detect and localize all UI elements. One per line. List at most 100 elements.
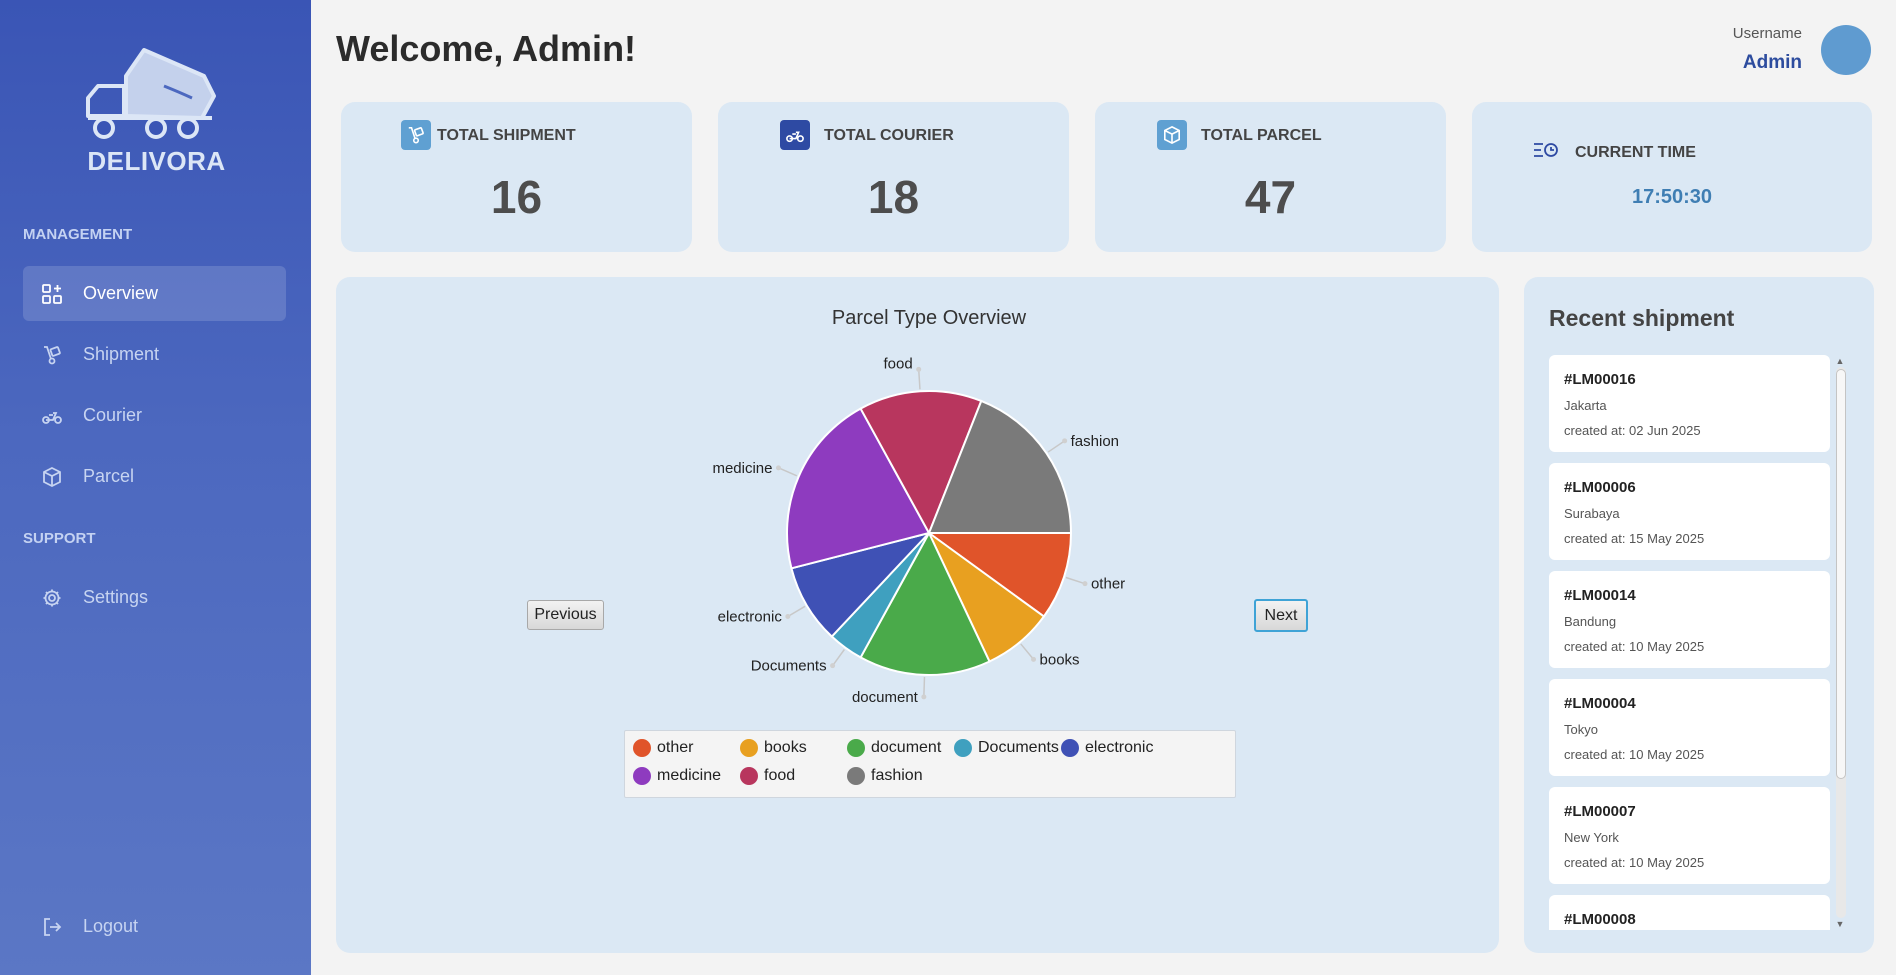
scroll-thumb[interactable]	[1836, 369, 1846, 779]
shipment-city: Bandung	[1564, 614, 1617, 629]
legend-swatch	[847, 767, 865, 785]
pie-leader-dot	[1031, 656, 1037, 662]
stat-card-total-parcel: TOTAL PARCEL 47	[1095, 102, 1446, 252]
current-time-value: 17:50:30	[1631, 186, 1713, 208]
shipment-date: created at: 10 May 2025	[1564, 747, 1705, 762]
legend-label: other	[657, 739, 694, 756]
recent-shipment-list[interactable]: #LM00016 Jakarta created at: 02 Jun 2025…	[1549, 355, 1830, 930]
sidebar-item-label: Courier	[83, 405, 143, 425]
legend-label: electronic	[1085, 739, 1154, 756]
avatar[interactable]	[1821, 25, 1871, 75]
stat-title: TOTAL SHIPMENT	[437, 127, 576, 144]
shipment-card[interactable]: #LM00016 Jakarta created at: 02 Jun 2025	[1549, 355, 1830, 452]
sidebar-item-shipment[interactable]: Shipment	[23, 327, 286, 382]
pie-label-food: food	[883, 355, 912, 372]
pie-leader-line	[923, 676, 926, 697]
scroll-up-arrow-icon[interactable]: ▲	[1834, 355, 1846, 367]
stat-card-current-time: CURRENT TIME 17:50:30	[1472, 102, 1872, 252]
chart-legend: other books document Documents electronic med…	[624, 730, 1236, 798]
sidebar-item-overview[interactable]: Overview	[23, 266, 286, 321]
truck-logo-icon	[86, 48, 216, 139]
legend-label: books	[764, 739, 807, 756]
logout-button[interactable]: Logout	[23, 899, 286, 954]
shipment-date: created at: 15 May 2025	[1564, 531, 1705, 546]
box-icon	[41, 466, 63, 488]
shipment-date: created at: 02 Jun 2025	[1564, 423, 1701, 438]
recent-shipment-title: Recent shipment	[1549, 305, 1735, 331]
section-support: SUPPORT	[23, 530, 96, 547]
shipment-city: Jakarta	[1564, 398, 1607, 413]
recent-shipment-panel: Recent shipment #LM00016 Jakarta created…	[1524, 277, 1874, 953]
pie-label-other: other	[1091, 576, 1125, 593]
legend-label: document	[871, 739, 942, 756]
legend-swatch	[740, 739, 758, 757]
chart-panel: Parcel Type Overview other books document D…	[336, 277, 1499, 953]
legend-item-medicine: medicine	[633, 767, 721, 785]
scooter-icon	[780, 120, 810, 150]
legend-swatch	[954, 739, 972, 757]
recent-list-scrollbar[interactable]: ▲ ▼	[1834, 355, 1846, 930]
legend-item-food: food	[740, 767, 795, 785]
shipment-card[interactable]: #LM00014 Bandung created at: 10 May 2025	[1549, 571, 1830, 668]
dashboard-icon	[41, 283, 63, 305]
logout-icon	[41, 916, 63, 938]
pie-leader-dot	[785, 613, 791, 619]
legend-label: medicine	[657, 767, 722, 784]
sidebar-item-label: Overview	[83, 283, 159, 303]
pie-leader-line	[787, 605, 806, 618]
previous-button[interactable]: Previous	[527, 600, 604, 630]
brand-name: DELIVORA	[87, 146, 226, 176]
pie-label-documents: Documents	[751, 658, 827, 675]
shipment-id: #LM00014	[1564, 587, 1636, 604]
sidebar: DELIVORA MANAGEMENT Overview Shipment Co…	[0, 0, 311, 975]
legend-label: food	[764, 767, 796, 784]
stat-value: 16	[490, 171, 543, 223]
shipment-card[interactable]: #LM00007 New York created at: 10 May 202…	[1549, 787, 1830, 884]
username-label: Username	[1732, 25, 1802, 42]
pie-label-medicine: medicine	[712, 460, 772, 477]
next-button[interactable]: Next	[1254, 599, 1308, 632]
legend-item-document: document	[847, 739, 941, 757]
pie-leader-line	[1065, 576, 1086, 585]
sidebar-item-parcel[interactable]: Parcel	[23, 449, 286, 504]
pie-leader-line	[1047, 440, 1066, 453]
hand-truck-icon	[41, 344, 63, 366]
shipment-city: Tokyo	[1564, 722, 1598, 737]
shipment-card[interactable]: #LM00008	[1549, 895, 1830, 930]
shipment-card[interactable]: #LM00004 Tokyo created at: 10 May 2025	[1549, 679, 1830, 776]
shipment-card[interactable]: #LM00006 Surabaya created at: 15 May 202…	[1549, 463, 1830, 560]
shipment-id: #LM00016	[1564, 371, 1636, 388]
pie-label-electronic: electronic	[718, 608, 783, 625]
shipment-date: created at: 10 May 2025	[1564, 639, 1705, 654]
legend-swatch	[1061, 739, 1079, 757]
pie-leader-line	[831, 649, 845, 667]
pie-leader-dot	[775, 465, 781, 471]
scooter-icon	[41, 405, 63, 427]
pie-label-document: document	[852, 689, 919, 706]
pie-leader-dot	[830, 663, 836, 669]
legend-item-electronic: electronic	[1061, 739, 1153, 757]
chart-title: Parcel Type Overview	[832, 307, 1027, 329]
shipment-id: #LM00004	[1564, 695, 1636, 712]
legend-swatch	[633, 739, 651, 757]
pie-leader-line	[778, 467, 798, 477]
page-title: Welcome, Admin!	[336, 28, 637, 69]
pie-label-books: books	[1040, 651, 1080, 668]
section-management: MANAGEMENT	[23, 226, 133, 243]
stat-card-total-courier: TOTAL COURIER 18	[718, 102, 1069, 252]
pie-leader-dot	[1082, 581, 1088, 587]
shipment-id: #LM00006	[1564, 479, 1636, 496]
scroll-down-arrow-icon[interactable]: ▼	[1834, 918, 1846, 930]
sidebar-item-settings[interactable]: Settings	[23, 570, 286, 625]
stat-value: 18	[867, 171, 920, 223]
pie-leader-line	[917, 369, 921, 390]
sidebar-item-courier[interactable]: Courier	[23, 388, 286, 443]
stat-title: TOTAL PARCEL	[1201, 127, 1322, 144]
stat-value: 47	[1244, 171, 1297, 223]
hand-truck-icon	[401, 120, 431, 150]
pie-leader-dot	[916, 366, 922, 372]
clock-list-icon	[1532, 138, 1560, 162]
stat-card-total-shipment: TOTAL SHIPMENT 16	[341, 102, 692, 252]
delivora-logo: DELIVORA	[84, 46, 229, 176]
legend-item-documents: Documents	[954, 739, 1059, 757]
